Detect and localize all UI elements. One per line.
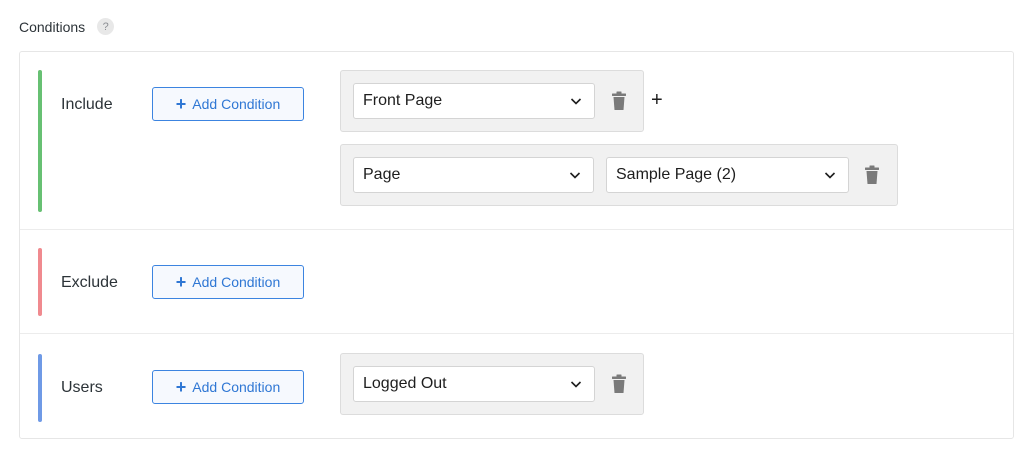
chevron-down-icon <box>570 98 582 105</box>
include-add-condition-button[interactable]: + Add Condition <box>152 87 304 121</box>
include-rule-2-type-select[interactable]: Page <box>353 157 594 193</box>
trash-icon[interactable] <box>611 91 627 111</box>
conditions-panel: Include + Add Condition Front Page + Pag… <box>19 51 1014 439</box>
users-section: Users + Add Condition Logged Out <box>20 334 1013 440</box>
select-value: Page <box>363 166 401 183</box>
trash-icon[interactable] <box>864 165 880 185</box>
users-label: Users <box>61 379 103 396</box>
include-rule-2-value-select[interactable]: Sample Page (2) <box>606 157 849 193</box>
select-value: Front Page <box>363 92 443 109</box>
exclude-add-condition-button[interactable]: + Add Condition <box>152 265 304 299</box>
include-rule-2: Page Sample Page (2) <box>340 144 898 206</box>
select-value: Sample Page (2) <box>616 166 737 183</box>
add-condition-label: Add Condition <box>192 96 281 112</box>
include-rule-1-type-select[interactable]: Front Page <box>353 83 595 119</box>
help-icon[interactable]: ? <box>97 18 115 35</box>
trash-icon[interactable] <box>611 374 627 394</box>
include-section: Include + Add Condition Front Page + Pag… <box>20 52 1013 230</box>
exclude-accent-bar <box>38 248 42 316</box>
exclude-section: Exclude + Add Condition <box>20 230 1013 334</box>
add-condition-label: Add Condition <box>192 274 281 290</box>
add-or-plus-icon[interactable]: + <box>651 89 663 112</box>
conditions-title: Conditions <box>19 18 86 35</box>
plus-icon: + <box>175 93 187 114</box>
include-rule-1: Front Page <box>340 70 644 132</box>
exclude-label: Exclude <box>61 274 118 291</box>
plus-icon: + <box>175 376 187 397</box>
chevron-down-icon <box>570 381 582 388</box>
include-accent-bar <box>38 70 42 212</box>
users-accent-bar <box>38 354 42 422</box>
select-value: Logged Out <box>363 375 447 392</box>
conditions-heading: Conditions ? <box>19 18 115 35</box>
chevron-down-icon <box>569 172 581 179</box>
chevron-down-icon <box>824 172 836 179</box>
users-rule-1: Logged Out <box>340 353 644 415</box>
users-add-condition-button[interactable]: + Add Condition <box>152 370 304 404</box>
include-label: Include <box>61 96 113 113</box>
plus-icon: + <box>175 271 187 292</box>
add-condition-label: Add Condition <box>192 379 281 395</box>
users-rule-1-type-select[interactable]: Logged Out <box>353 366 595 402</box>
